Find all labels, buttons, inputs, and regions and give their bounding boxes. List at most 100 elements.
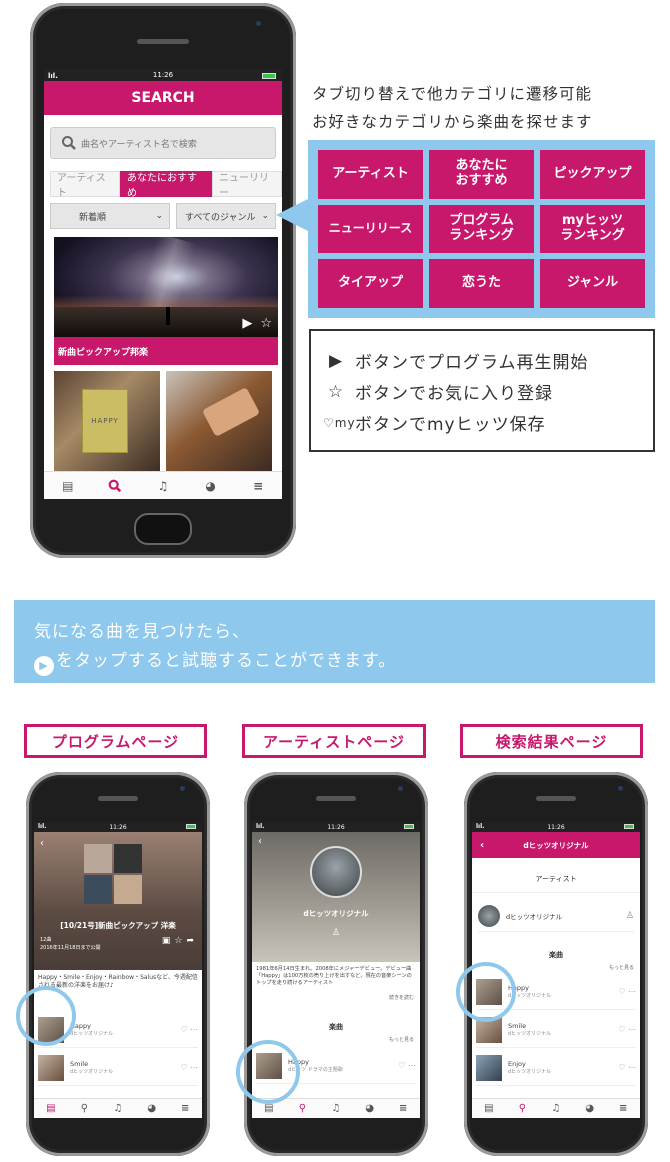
song-title: Enjoy bbox=[508, 1060, 526, 1068]
song-sub: dヒッツオリジナル bbox=[508, 1031, 552, 1037]
callout-pointer bbox=[276, 199, 308, 231]
headphone-icon[interactable]: ◕ bbox=[204, 479, 218, 493]
thumb-happy[interactable]: HAPPY bbox=[54, 371, 160, 473]
hero-image[interactable]: ▶ ☆ bbox=[54, 237, 278, 337]
home-button bbox=[134, 513, 192, 545]
play-icon[interactable]: ▶ bbox=[242, 316, 252, 331]
category-tieup[interactable]: タイアップ bbox=[318, 259, 423, 308]
app-bar: SEARCH bbox=[44, 81, 282, 115]
star-icon[interactable]: ☆ bbox=[260, 316, 272, 331]
headphone-icon[interactable]: ◕ bbox=[145, 1102, 159, 1116]
library-icon[interactable]: ▤ bbox=[61, 479, 75, 493]
headphone-icon[interactable]: ◕ bbox=[363, 1102, 377, 1116]
search-nav-icon[interactable] bbox=[108, 479, 122, 493]
tab-artist[interactable]: アーティスト bbox=[50, 171, 120, 199]
headline-line-1: タブ切り替えで他カテゴリに遷移可能 bbox=[312, 85, 593, 103]
back-icon[interactable]: ‹ bbox=[480, 840, 484, 851]
music-icon[interactable]: ♫ bbox=[329, 1102, 343, 1116]
battery-icon bbox=[186, 824, 196, 829]
search-input[interactable]: 曲名やアーティスト名で検索 bbox=[50, 127, 276, 159]
genre-select[interactable]: すべてのジャンル ⌄ bbox=[176, 203, 276, 229]
bottom-nav: ▤ ♫ ◕ ≡ bbox=[44, 471, 282, 499]
bottom-nav: ▤ ⚲ ♫ ◕ ≡ bbox=[34, 1098, 202, 1118]
list-item[interactable]: Smile dヒッツオリジナル ♡ ⋯ bbox=[38, 1050, 198, 1086]
bottom-nav: ▤ ⚲ ♫ ◕ ≡ bbox=[472, 1098, 640, 1118]
back-icon[interactable]: ‹ bbox=[258, 836, 262, 847]
read-more-link[interactable]: 続きを読む bbox=[389, 994, 414, 1001]
menu-icon[interactable]: ≡ bbox=[251, 479, 265, 493]
search-nav-icon[interactable]: ⚲ bbox=[515, 1102, 529, 1116]
music-icon[interactable]: ♫ bbox=[156, 479, 170, 493]
more-link[interactable]: もっと見る bbox=[609, 964, 634, 971]
back-icon[interactable]: ‹ bbox=[40, 838, 44, 849]
legend-play-text: ボタンでプログラム再生開始 bbox=[355, 353, 589, 373]
cover-tile bbox=[84, 875, 112, 904]
sort-select[interactable]: 新着順 ⌄ bbox=[50, 203, 170, 229]
tab-new-release[interactable]: ニューリリー bbox=[212, 171, 282, 199]
heart-my-icon[interactable]: ♡ ⋯ bbox=[618, 987, 636, 996]
more-link[interactable]: もっと見る bbox=[389, 1036, 414, 1043]
heart-my-icon[interactable]: ♡ ⋯ bbox=[180, 1025, 198, 1034]
menu-icon[interactable]: ≡ bbox=[396, 1102, 410, 1116]
banner-line-1: 気になる曲を見つけたら、 bbox=[34, 622, 250, 642]
book-title: HAPPY bbox=[91, 417, 119, 425]
battery-icon bbox=[404, 824, 414, 829]
search-nav-icon[interactable]: ⚲ bbox=[77, 1102, 91, 1116]
song-thumb bbox=[38, 1054, 64, 1081]
song-sub: dヒッツオリジナル bbox=[508, 1069, 552, 1075]
song-sub: dヒッツオリジナル bbox=[70, 1031, 114, 1037]
follow-icon[interactable]: ♙ bbox=[332, 928, 340, 938]
page-title: SEARCH bbox=[131, 90, 195, 106]
artist-row[interactable]: dヒッツオリジナル ♙ bbox=[478, 900, 634, 932]
library-icon[interactable]: ▤ bbox=[44, 1102, 58, 1116]
label-artist-page: アーティストページ bbox=[242, 724, 426, 758]
music-icon[interactable]: ♫ bbox=[111, 1102, 125, 1116]
menu-icon[interactable]: ≡ bbox=[178, 1102, 192, 1116]
star-icon[interactable]: ☆ bbox=[174, 936, 182, 946]
speaker bbox=[316, 796, 356, 801]
category-my-hits-ranking[interactable]: myヒッツ ランキング bbox=[540, 204, 645, 254]
highlight-ring bbox=[16, 986, 76, 1046]
song-title: Happy bbox=[70, 1022, 91, 1030]
category-pickup[interactable]: ピックアップ bbox=[540, 150, 645, 199]
heart-my-icon[interactable]: ♡ ⋯ bbox=[618, 1063, 636, 1072]
follow-icon[interactable]: ♙ bbox=[626, 911, 634, 921]
sort-label: 新着順 bbox=[79, 212, 107, 223]
legend-myhits-text: ボタンでmyヒッツ保存 bbox=[355, 415, 546, 435]
artist-bio: 1981年6月14日生まれ。2008年にメジャーデビュー。デビュー曲「Happy… bbox=[256, 966, 412, 986]
category-love-songs[interactable]: 恋うた bbox=[429, 259, 534, 308]
artist-name: dヒッツオリジナル bbox=[506, 912, 563, 921]
speaker bbox=[98, 796, 138, 801]
legend-play: ▶ ボタンでプログラム再生開始 bbox=[323, 345, 653, 376]
headphone-icon[interactable]: ◕ bbox=[583, 1102, 597, 1116]
heart-my-icon[interactable]: ▣ bbox=[162, 936, 171, 946]
section-songs: 楽曲 bbox=[329, 1023, 343, 1031]
menu-icon[interactable]: ≡ bbox=[616, 1102, 630, 1116]
person-silhouette bbox=[166, 307, 170, 325]
heart-my-icon[interactable]: ♡ ⋯ bbox=[180, 1063, 198, 1072]
thumb-guitar[interactable] bbox=[166, 371, 272, 473]
guitar-image bbox=[201, 387, 261, 437]
category-grid: アーティスト あなたに おすすめ ピックアップ ニューリリース プログラム ラン… bbox=[318, 150, 645, 308]
banner-line-2-wrap: ▶ をタップすると試聴することができます。 bbox=[34, 647, 655, 676]
play-circle-icon: ▶ bbox=[34, 656, 54, 676]
program-header: ‹ [10/21号]新曲ピックアップ 洋楽 12曲 2016年11月18日まで公… bbox=[34, 832, 202, 970]
program-actions: ▣ ☆ ➦ bbox=[162, 936, 194, 946]
library-icon[interactable]: ▤ bbox=[482, 1102, 496, 1116]
signal-icon: lıl. bbox=[38, 823, 47, 830]
category-new-release[interactable]: ニューリリース bbox=[318, 204, 423, 254]
status-bar: lıl. 11:26 bbox=[472, 822, 640, 832]
list-item[interactable]: Enjoy dヒッツオリジナル ♡ ⋯ bbox=[476, 1050, 636, 1086]
legend-favorite-text: ボタンでお気に入り登録 bbox=[355, 384, 553, 404]
hero-caption[interactable]: 新曲ピックアップ邦楽 bbox=[54, 337, 278, 365]
category-artist[interactable]: アーティスト bbox=[318, 150, 423, 199]
category-program-ranking[interactable]: プログラム ランキング bbox=[429, 204, 534, 254]
music-icon[interactable]: ♫ bbox=[549, 1102, 563, 1116]
heart-my-icon[interactable]: ♡ ⋯ bbox=[398, 1061, 416, 1070]
share-icon[interactable]: ➦ bbox=[186, 936, 194, 946]
search-nav-icon[interactable]: ⚲ bbox=[295, 1102, 309, 1116]
category-genre[interactable]: ジャンル bbox=[540, 259, 645, 308]
heart-my-icon[interactable]: ♡ ⋯ bbox=[618, 1025, 636, 1034]
tab-recommend[interactable]: あなたにおすすめ bbox=[120, 171, 212, 199]
category-recommend[interactable]: あなたに おすすめ bbox=[429, 150, 534, 199]
